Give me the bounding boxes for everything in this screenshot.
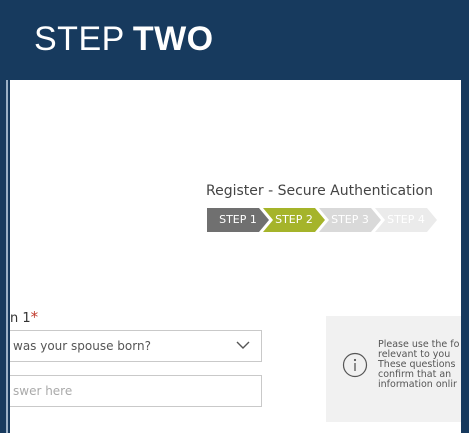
- answer-placeholder: swer here: [13, 384, 73, 398]
- question-label: n 1*: [10, 308, 38, 326]
- answer-input[interactable]: swer here: [10, 375, 262, 407]
- chevron-down-icon: [236, 341, 250, 349]
- info-icon: [342, 352, 368, 378]
- info-text: Please use the fo relevant to you These …: [378, 340, 461, 390]
- screenshot-content: Register - Secure Authentication STEP 1 …: [10, 80, 461, 433]
- info-line: information onlir: [378, 379, 457, 390]
- info-panel: Please use the fo relevant to you These …: [326, 316, 461, 422]
- step-1: STEP 1: [207, 208, 269, 232]
- select-value: was your spouse born?: [13, 339, 151, 353]
- step-3: STEP 3: [319, 208, 381, 232]
- page-title: STEP TWO: [34, 20, 214, 59]
- title-bold: TWO: [132, 20, 214, 58]
- title-regular: STEP: [34, 20, 125, 58]
- step-4: STEP 4: [375, 208, 437, 232]
- security-question-select[interactable]: was your spouse born?: [10, 330, 262, 362]
- header-banner: STEP TWO: [8, 0, 461, 80]
- registration-title: Register - Secure Authentication: [206, 183, 433, 199]
- step-2: STEP 2: [263, 208, 325, 232]
- question-label-text: n 1: [10, 311, 31, 326]
- required-marker: *: [30, 308, 39, 326]
- right-border: [461, 0, 469, 433]
- left-panel-edge: [0, 80, 8, 433]
